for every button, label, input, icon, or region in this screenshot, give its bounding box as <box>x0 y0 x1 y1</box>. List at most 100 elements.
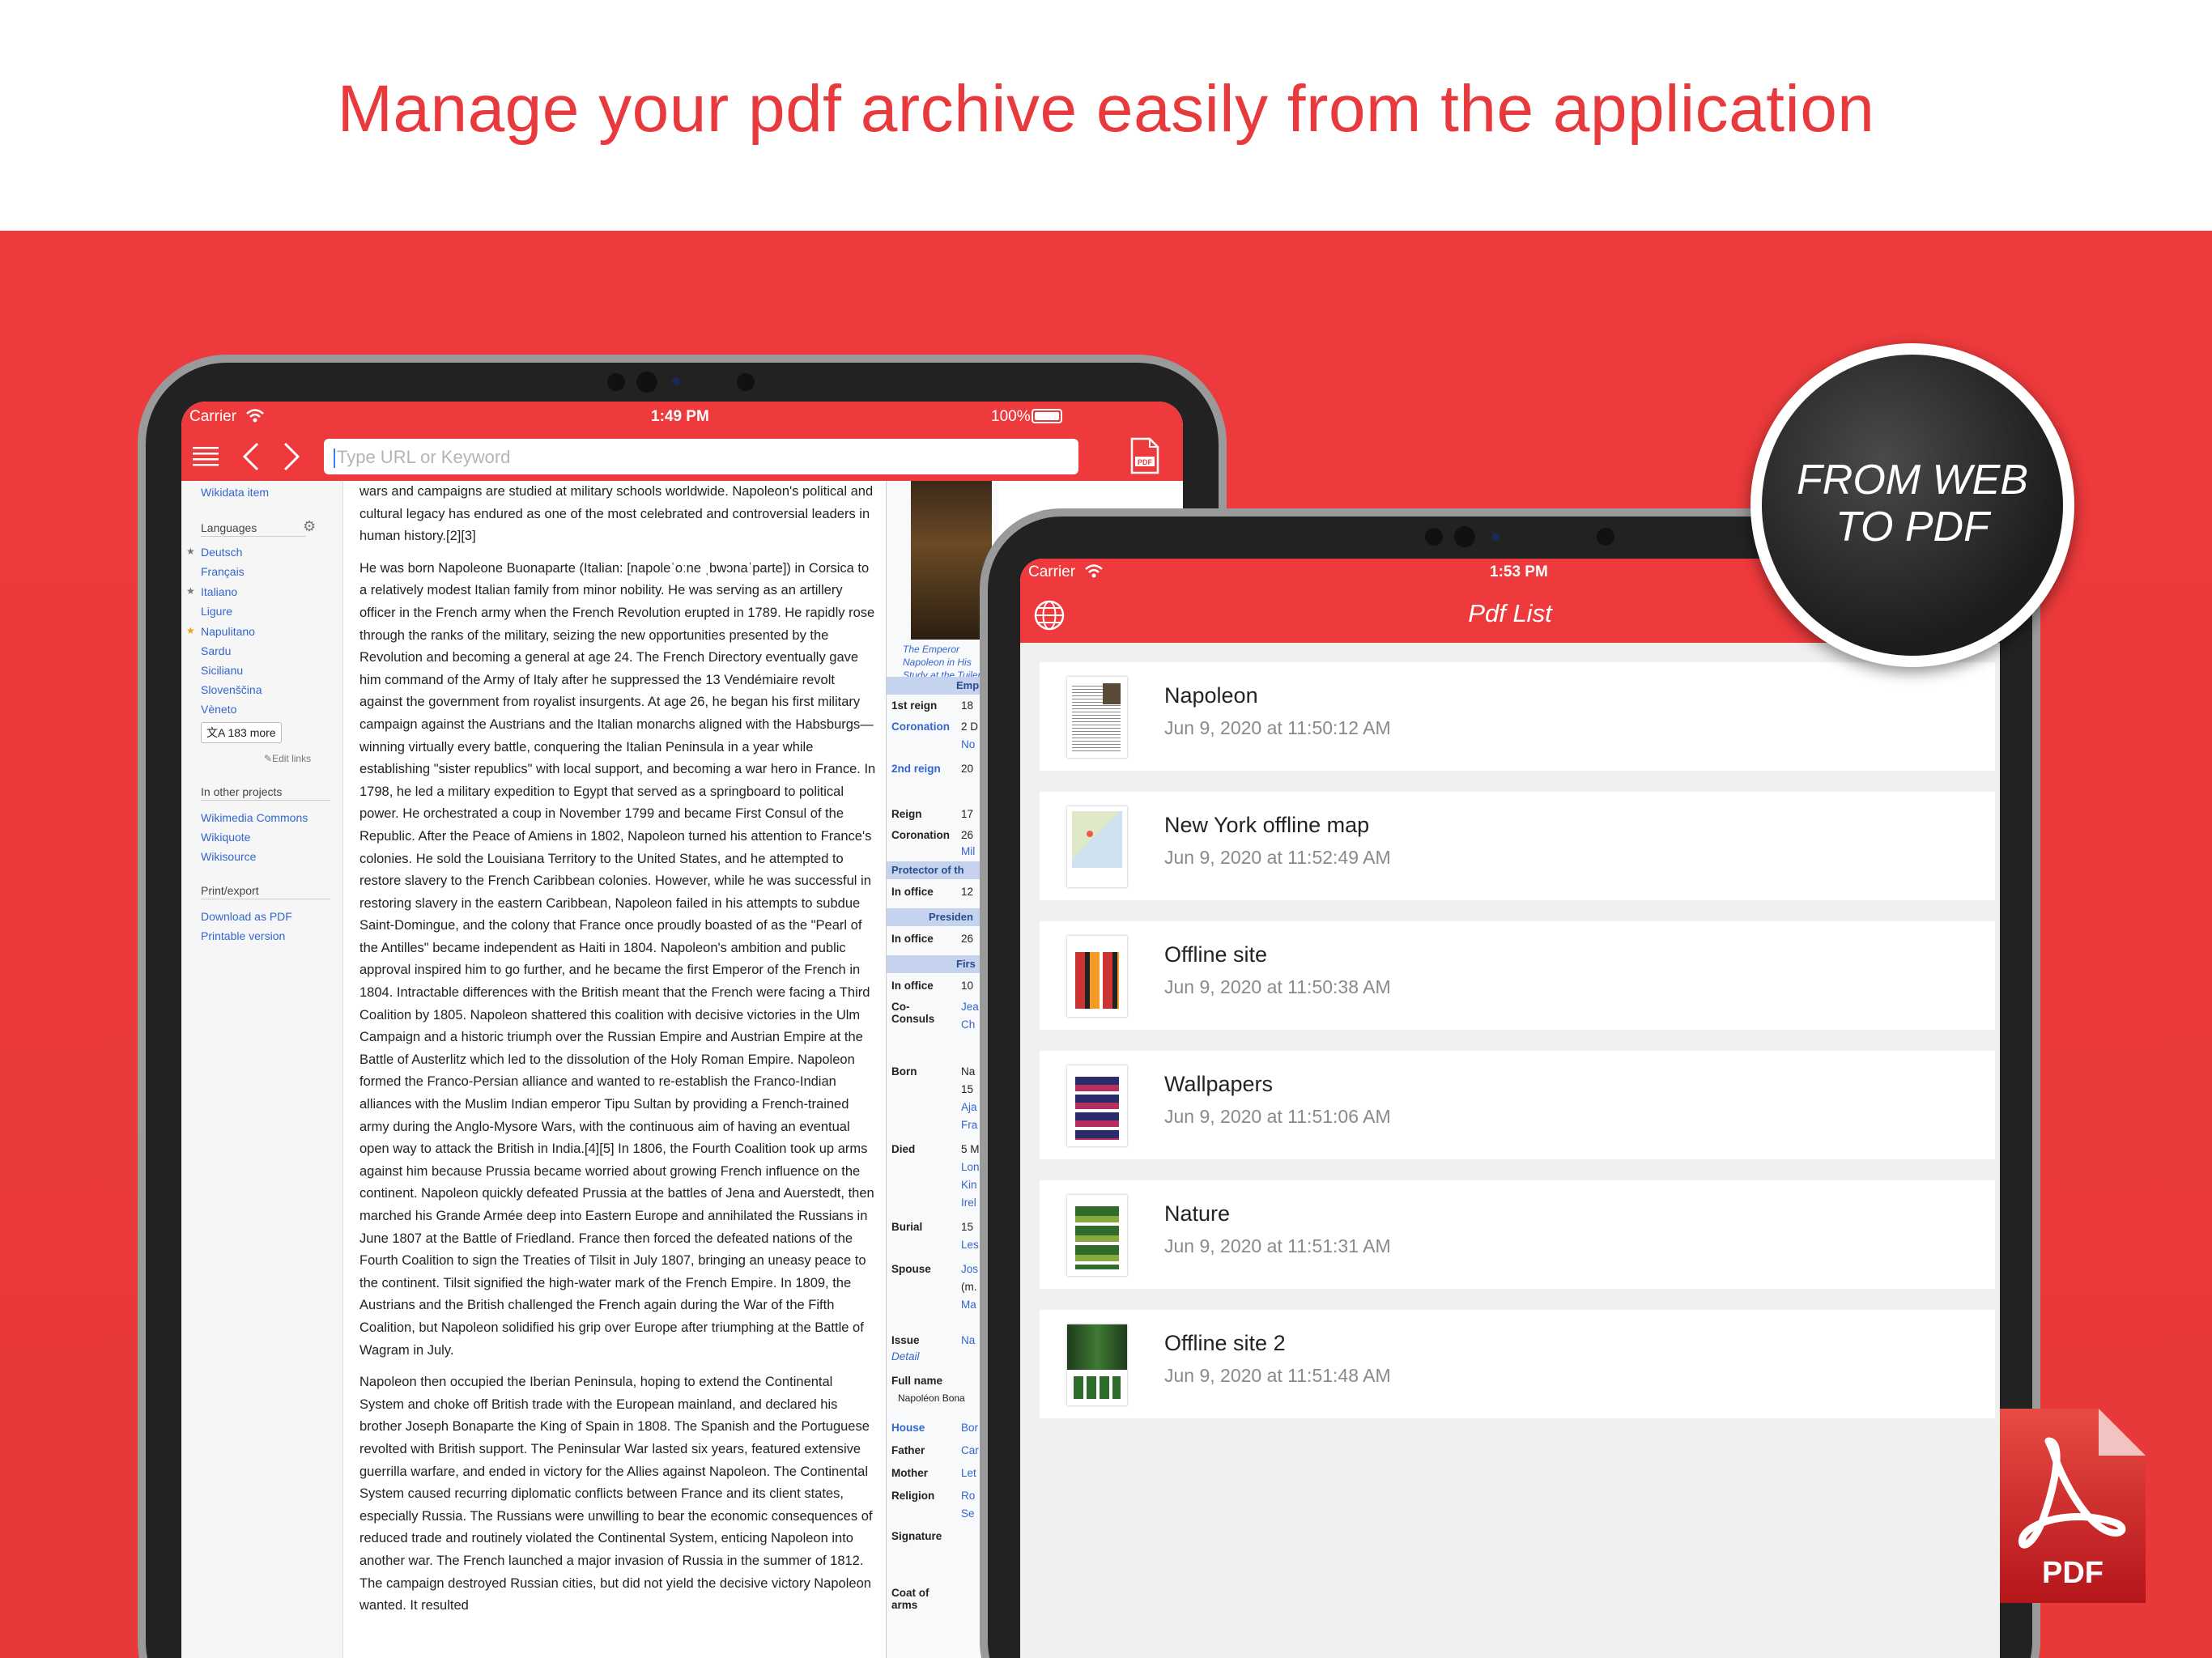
badge-line-1: FROM WEB <box>1797 457 2028 504</box>
lang-napulitano[interactable]: Napulitano <box>201 625 255 638</box>
pdf-thumbnail <box>1067 1195 1127 1276</box>
article-paragraph: wars and campaigns are studied at milita… <box>359 484 874 544</box>
pdf-name: New York offline map <box>1164 813 1370 837</box>
lang-sicilianu[interactable]: Sicilianu <box>201 664 243 677</box>
camera-dot <box>1425 528 1443 546</box>
pdf-thumbnail <box>1067 677 1127 758</box>
more-languages-button[interactable]: 文A 183 more <box>201 722 282 743</box>
pdf-list-item[interactable]: Nature Jun 9, 2020 at 11:51:31 AM <box>1040 1180 1995 1289</box>
svg-text:PDF: PDF <box>1138 458 1153 466</box>
infobox-label: In office <box>891 933 934 945</box>
infobox-label: 2nd reign <box>891 763 941 775</box>
infobox-value: Ch <box>961 1018 976 1031</box>
pdf-date: Jun 9, 2020 at 11:51:48 AM <box>1164 1365 1391 1386</box>
infobox-value: Les <box>961 1239 979 1251</box>
infobox-label: In office <box>891 886 934 898</box>
pdf-list-item[interactable]: Wallpapers Jun 9, 2020 at 11:51:06 AM <box>1040 1051 1995 1159</box>
pdf-list-screen: Carrier 1:53 PM Pdf List Napoleon Jun 9,… <box>1020 559 2000 1658</box>
pdf-list-item[interactable]: Napoleon Jun 9, 2020 at 11:50:12 AM <box>1040 662 1995 771</box>
infobox-value: 26 <box>961 933 974 945</box>
infobox-value: 26 <box>961 829 974 841</box>
infobox-value: Na <box>961 1065 976 1078</box>
infobox-value: 5 M <box>961 1143 980 1155</box>
infobox-value: Lon <box>961 1161 980 1173</box>
camera-dot <box>737 373 755 391</box>
infobox-label: Issue <box>891 1334 920 1346</box>
wiki-sidebar: Wikidata item Languages ⚙ Deutsch França… <box>181 481 343 1658</box>
infobox-value: Kin <box>961 1179 977 1191</box>
infobox-value: 10 <box>961 980 974 992</box>
infobox-value: Fra <box>961 1119 978 1131</box>
clock: 1:49 PM <box>651 408 709 425</box>
infobox-value: Jea <box>961 1001 979 1013</box>
lang-sardu[interactable]: Sardu <box>201 644 231 657</box>
infobox-value: Se <box>961 1507 975 1520</box>
pdf-date: Jun 9, 2020 at 11:50:12 AM <box>1164 717 1391 738</box>
carrier-label: Carrier <box>189 408 237 425</box>
infobox-value: 20 <box>961 763 974 775</box>
printable-version-link[interactable]: Printable version <box>201 929 285 942</box>
url-input[interactable]: Type URL or Keyword <box>324 439 1078 474</box>
wifi-icon <box>246 409 264 423</box>
gear-icon[interactable]: ⚙ <box>303 518 316 535</box>
headline-band: Manage your pdf archive easily from the … <box>0 0 2212 231</box>
infobox-value: Na <box>961 1334 976 1346</box>
clock: 1:53 PM <box>1490 563 1548 580</box>
pdf-date: Jun 9, 2020 at 11:52:49 AM <box>1164 847 1391 868</box>
infobox-value: Jos <box>961 1263 979 1275</box>
battery-percent: 100% <box>991 408 1031 425</box>
camera-sensor <box>1491 533 1499 541</box>
article-paragraph: Napoleon then occupied the Iberian Penin… <box>359 1375 873 1613</box>
pdf-list-item[interactable]: Offline site 2 Jun 9, 2020 at 11:51:48 A… <box>1040 1310 1995 1418</box>
infobox-value: Irel <box>961 1197 976 1209</box>
infobox-value: 15 <box>961 1221 974 1233</box>
headline: Manage your pdf archive easily from the … <box>337 72 1875 146</box>
forward-arrow-icon[interactable] <box>282 442 301 471</box>
badge-line-2: TO PDF <box>1836 504 1989 551</box>
more-languages-label: 183 more <box>228 726 276 739</box>
camera-sensor <box>672 377 680 385</box>
infobox-label: Father <box>891 1444 925 1456</box>
infobox-label: Born <box>891 1065 917 1078</box>
print-export-heading: Print/export <box>201 884 330 899</box>
lang-italiano[interactable]: Italiano <box>201 585 237 598</box>
pencil-icon: ✎ <box>264 753 273 764</box>
pdf-file-icon: PDF <box>2000 1409 2146 1603</box>
edit-links-label: Edit links <box>272 753 312 764</box>
edit-links[interactable]: ✎Edit links <box>264 753 311 764</box>
pdf-date: Jun 9, 2020 at 11:51:06 AM <box>1164 1106 1391 1127</box>
infobox-value: Mil <box>961 845 976 857</box>
browser-toolbar: Type URL or Keyword PDF <box>181 431 1183 481</box>
infobox-value: (m. <box>961 1281 977 1293</box>
wikisource-link[interactable]: Wikisource <box>201 850 256 863</box>
lang-slovenscina[interactable]: Slovenščina <box>201 683 262 696</box>
infobox-value: 2 D <box>961 721 979 733</box>
lang-deutsch[interactable]: Deutsch <box>201 546 242 559</box>
infobox-label: Religion <box>891 1490 935 1502</box>
lang-ligure[interactable]: Ligure <box>201 605 232 618</box>
infobox-value: Ro <box>961 1490 976 1502</box>
menu-icon[interactable] <box>193 445 219 466</box>
infobox-label: Reign <box>891 808 922 820</box>
pdf-export-icon[interactable]: PDF <box>1129 437 1159 474</box>
infobox-label: 1st reign <box>891 699 938 712</box>
back-arrow-icon[interactable] <box>241 442 261 471</box>
lang-veneto[interactable]: Vèneto <box>201 703 236 716</box>
wikimedia-commons-link[interactable]: Wikimedia Commons <box>201 811 308 824</box>
wikidata-link[interactable]: Wikidata item <box>201 486 269 499</box>
download-pdf-link[interactable]: Download as PDF <box>201 910 292 923</box>
lang-francais[interactable]: Français <box>201 565 245 578</box>
infobox-label: Full name <box>891 1375 943 1387</box>
pdf-list-item[interactable]: New York offline map Jun 9, 2020 at 11:5… <box>1040 792 1995 900</box>
star-icon: ★ <box>186 585 195 597</box>
pdf-thumbnail <box>1067 806 1127 887</box>
pdf-list-item[interactable]: Offline site Jun 9, 2020 at 11:50:38 AM <box>1040 921 1995 1030</box>
status-bar: Carrier 1:49 PM 100% <box>181 402 1183 431</box>
infobox-label: Burial <box>891 1221 923 1233</box>
translate-icon: 文A <box>206 726 228 739</box>
ipad-pdf-list-frame: Carrier 1:53 PM Pdf List Napoleon Jun 9,… <box>980 508 2040 1658</box>
camera-lens <box>636 372 657 393</box>
wikiquote-link[interactable]: Wikiquote <box>201 831 250 844</box>
pdf-date: Jun 9, 2020 at 11:51:31 AM <box>1164 1235 1391 1256</box>
infobox-detail-link[interactable]: Detail <box>891 1350 920 1363</box>
